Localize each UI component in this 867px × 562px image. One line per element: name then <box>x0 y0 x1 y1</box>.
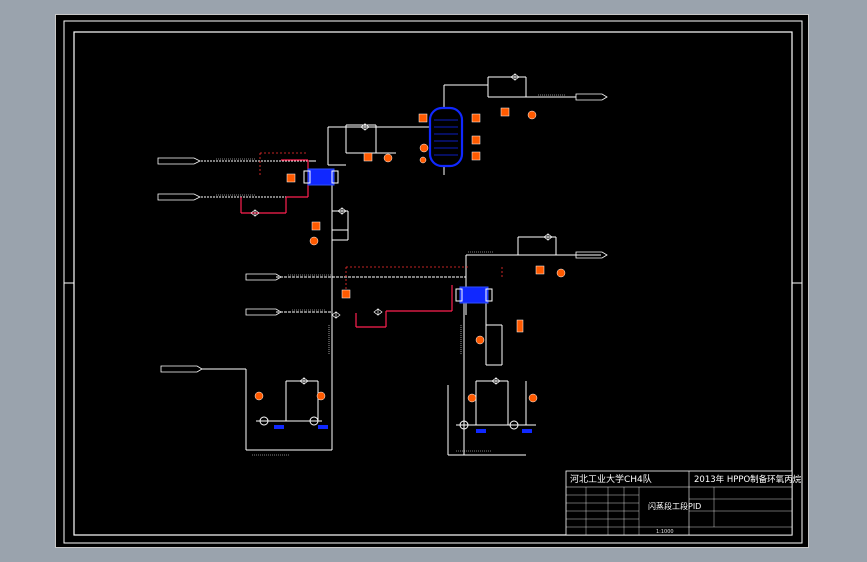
pid-drawing: 河北工业大学CH4队 2013年 HPPO制备环氧丙烷 闪蒸段工段PID 1:1… <box>63 20 803 544</box>
condenser-2 <box>455 286 493 304</box>
stream-arrows <box>157 93 608 373</box>
drawing-name: 闪蒸段工段PID <box>648 501 701 511</box>
pump-1a <box>259 416 284 429</box>
line-tags <box>216 94 566 456</box>
condenser-1 <box>303 168 339 186</box>
inner-border <box>73 31 793 536</box>
title-block: 河北工业大学CH4队 2013年 HPPO制备环氧丙烷 闪蒸段工段PID 1:1… <box>565 470 802 536</box>
cad-viewport: 河北工业大学CH4队 2013年 HPPO制备环氧丙烷 闪蒸段工段PID 1:1… <box>55 14 809 548</box>
utility-lines <box>240 159 453 328</box>
outer-border <box>63 20 803 544</box>
valves <box>250 73 553 385</box>
project-title: 2013年 HPPO制备环氧丙烷 <box>694 474 802 485</box>
pump-2b <box>509 420 532 433</box>
school-name: 河北工业大学CH4队 <box>570 473 652 485</box>
scale-value: 1:1000 <box>656 529 674 535</box>
pump-1b <box>309 416 328 429</box>
flash-column <box>428 106 464 168</box>
